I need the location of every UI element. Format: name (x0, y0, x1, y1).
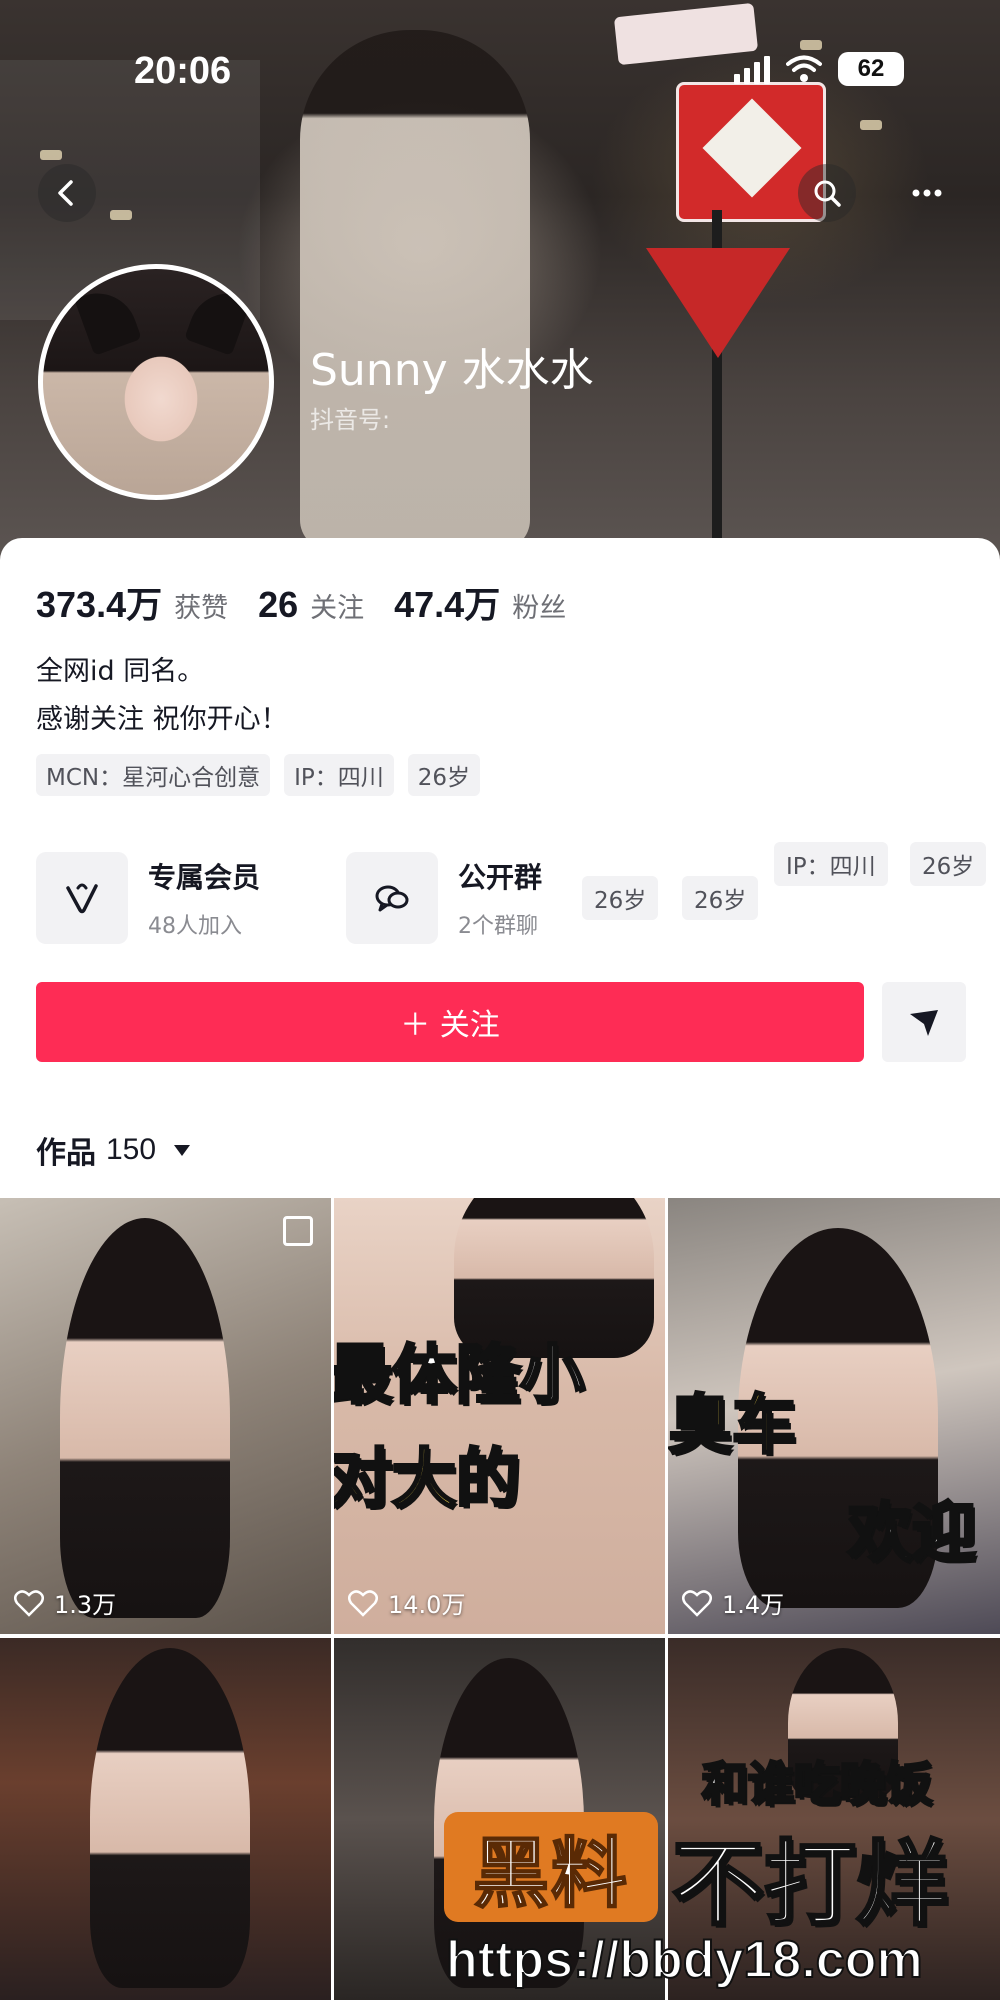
cover-light (40, 150, 62, 160)
profile-bio: 全网id 同名。 感谢关注 祝你开心！ (36, 648, 288, 744)
cover-light (110, 210, 132, 220)
heart-icon (682, 1589, 712, 1617)
multi-image-icon (283, 1216, 313, 1246)
thumbnail-figure (60, 1218, 230, 1618)
chevron-left-icon (58, 180, 73, 206)
like-count: 1.3万 (14, 1585, 116, 1620)
stat-label: 关注 (310, 593, 365, 624)
stat-label: 获赞 (174, 593, 229, 624)
follow-button[interactable]: ＋ 关注 (36, 982, 864, 1062)
avatar[interactable] (38, 264, 274, 500)
works-label: 作品 (36, 1136, 96, 1171)
like-count-value: 1.3万 (54, 1591, 117, 1619)
tag-ip: IP：四川 (774, 842, 888, 886)
works-count: 150 (106, 1133, 157, 1166)
thumbnail-caption: 臭车 (668, 1388, 798, 1465)
cover-light (800, 40, 822, 50)
tag-mcn: MCN：星河心合创意 (36, 754, 271, 796)
tag-age: 26岁 (582, 876, 659, 920)
profile-stats: 373.4万 获赞 26 关注 47.4万 粉丝 (36, 576, 566, 628)
stat-following[interactable]: 26 关注 (258, 584, 364, 626)
watermark-url: https://bbdy18.com (445, 1930, 924, 1990)
caret-down-icon (174, 1144, 191, 1156)
like-count: 14.0万 (348, 1585, 465, 1620)
profile-features: 专属会员 48人加入 公开群 2个群聊 26岁 26岁 IP：四川 26岁 (36, 842, 1000, 948)
heart-icon (348, 1589, 378, 1617)
heart-icon (14, 1589, 44, 1617)
cover-yield-sign (646, 248, 790, 358)
douyin-id-label: 抖音号: (310, 406, 391, 434)
follow-row: ＋ 关注 (36, 982, 966, 1062)
send-arrow-icon (910, 1010, 938, 1036)
cover-figure (300, 30, 530, 550)
tag-age: 26岁 (682, 876, 759, 920)
bio-line: 感谢关注 祝你开心！ (36, 704, 288, 735)
search-button[interactable] (798, 164, 856, 222)
battery-indicator: 62 (838, 52, 904, 86)
like-count: 1.4万 (682, 1585, 784, 1620)
video-thumbnail[interactable]: 臭车 欢迎 1.4万 (668, 1198, 1000, 1634)
tag-ip: IP：四川 (284, 754, 394, 796)
like-count-value: 1.4万 (722, 1591, 785, 1619)
more-button[interactable] (898, 164, 956, 222)
stat-value: 47.4万 (394, 584, 501, 625)
tab-works[interactable]: 作品 150 (36, 1128, 191, 1172)
extra-tags: 26岁 26岁 IP：四川 26岁 (36, 842, 1000, 948)
status-time: 20:06 (134, 50, 232, 92)
share-button[interactable] (882, 982, 966, 1062)
stat-label: 粉丝 (512, 593, 567, 624)
stat-value: 373.4万 (36, 584, 163, 625)
thumbnail-caption: 最体隆小 (334, 1338, 586, 1415)
profile-nickname: Sunny 水水水 (310, 345, 594, 396)
cover-light (860, 120, 882, 130)
more-dots-icon (912, 189, 942, 197)
video-thumbnail[interactable]: 最体隆小 对大的 14.0万 (334, 1198, 665, 1634)
profile-info-card: 373.4万 获赞 26 关注 47.4万 粉丝 全网id 同名。 感谢关注 祝… (0, 538, 1000, 1198)
video-thumbnail[interactable]: 1.3万 (0, 1198, 331, 1634)
tag-age: 26岁 (407, 754, 481, 796)
like-count-value: 14.0万 (388, 1591, 466, 1619)
thumbnail-caption: 对大的 (334, 1442, 522, 1519)
stat-value: 26 (258, 584, 299, 625)
signal-icon (734, 54, 770, 84)
video-thumbnail[interactable] (0, 1638, 331, 2000)
status-icons: 62 (734, 52, 904, 86)
profile-tags: MCN：星河心合创意 IP：四川 26岁 (36, 754, 481, 796)
tag-age: 26岁 (910, 842, 987, 886)
back-button[interactable] (38, 164, 96, 222)
search-icon (814, 180, 841, 207)
wifi-icon (786, 55, 822, 83)
thumbnail-caption: 和谁吃晚饭 (701, 1756, 934, 1813)
watermark-logo: 黑料 (444, 1812, 658, 1922)
watermark-text: 不打烊 (670, 1830, 949, 1940)
thumbnail-caption: 欢迎 (847, 1496, 978, 1573)
stat-likes[interactable]: 373.4万 获赞 (36, 576, 228, 628)
bio-line: 全网id 同名。 (36, 656, 205, 687)
thumbnail-figure (90, 1648, 250, 1988)
stat-followers[interactable]: 47.4万 粉丝 (394, 576, 566, 628)
